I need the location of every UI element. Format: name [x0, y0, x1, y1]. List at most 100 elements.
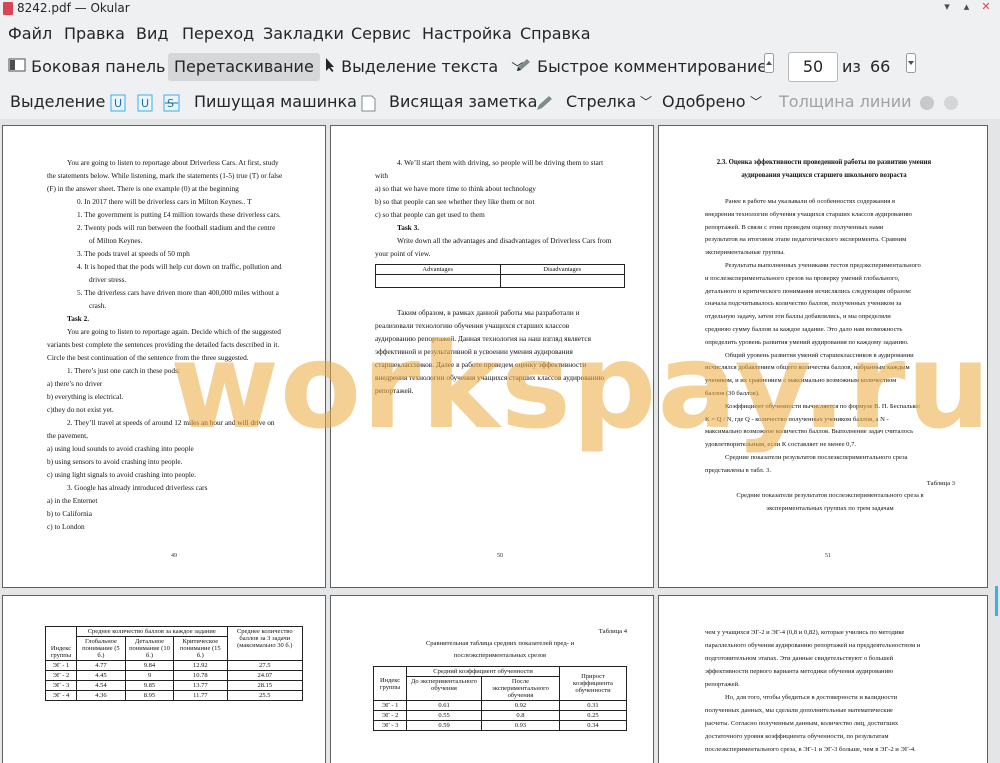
- table-cell: 0.93: [480, 720, 560, 731]
- table-cell: 4.54: [75, 680, 126, 691]
- table-cell: 12.92: [173, 660, 228, 671]
- coefficient-table: Индекс группы Средний коэффициент обучен…: [372, 666, 628, 731]
- hanging-note-tool[interactable]: Висящая заметка: [389, 88, 537, 116]
- menu-bar: Файл Правка Вид Переход Закладки Сервис …: [0, 20, 1000, 48]
- page-number-input[interactable]: 50: [788, 52, 838, 82]
- table-cell: 4.45: [75, 670, 126, 681]
- drag-tool-button[interactable]: Перетаскивание: [168, 53, 320, 81]
- table-caption: Средние показатели результатов послеэксп…: [736, 492, 924, 500]
- text-line: variants best complete the sentences pro…: [47, 340, 280, 349]
- table-cell: ЭГ - 2: [45, 670, 77, 681]
- menu-bookmarks[interactable]: Закладки: [263, 24, 344, 43]
- menu-help[interactable]: Справка: [520, 24, 591, 43]
- arrow-pen-icon[interactable]: [534, 88, 554, 116]
- text-line: подготовительном этапах. Эти данные свид…: [705, 655, 894, 662]
- chevron-down-icon[interactable]: ﹀: [640, 88, 652, 116]
- text-line: результатов на итоговом этапе педагогиче…: [705, 236, 907, 244]
- table-cell: 10.78: [173, 670, 228, 681]
- page-number: 51: [825, 553, 831, 559]
- table-cell: 9.85: [124, 680, 175, 691]
- section-heading: 2.3. Оценка эффективности проведенной ра…: [693, 156, 955, 182]
- table-row: ЭГ - 3 0.59 0.93 0.34: [372, 720, 628, 731]
- chevron-down-icon[interactable]: ﹀: [750, 88, 762, 116]
- vertical-scrollbar[interactable]: [992, 119, 1000, 763]
- table-cell: 0.61: [406, 700, 482, 711]
- menu-go[interactable]: Переход: [182, 24, 254, 43]
- typewriter-tool[interactable]: Пишущая машинка: [194, 88, 357, 116]
- underline-icon[interactable]: U: [110, 88, 126, 116]
- menu-edit[interactable]: Правка: [64, 24, 125, 43]
- text-line: c) so that people can get used to them: [375, 210, 485, 219]
- table-cell: ЭГ - 1: [372, 700, 408, 711]
- scrollbar-thumb[interactable]: [995, 586, 998, 616]
- heading-line: 2.3. Оценка эффективности проведенной ра…: [716, 159, 932, 166]
- text-line: достаточного уровня коэффициента обученн…: [705, 733, 889, 740]
- page-total: 66: [870, 57, 891, 76]
- menu-view[interactable]: Вид: [136, 24, 168, 43]
- table-cell: 0.34: [558, 720, 628, 731]
- note-icon[interactable]: [360, 88, 376, 116]
- table-cell: 4.77: [75, 660, 126, 671]
- text-line: b) using sensors to avoid crashing into …: [47, 457, 183, 466]
- text-line: c) to London: [47, 522, 85, 531]
- text-line: чем у учащихся ЭГ-2 и ЭГ-4 (0,8 и 0,82),…: [705, 629, 905, 636]
- text-line: 0. In 2017 there will be driverless cars…: [77, 197, 252, 206]
- table-row: ЭГ - 1 0.61 0.92 0.31: [372, 700, 628, 711]
- text-line: Но, для того, чтобы убедиться в достовер…: [725, 694, 898, 701]
- advantages-table: Advantages Disadvantages: [375, 264, 625, 288]
- text-select-label: Выделение текста: [341, 57, 499, 76]
- text-line: эффективной и результативной в усвоении …: [375, 347, 573, 356]
- okular-app-icon: [3, 2, 13, 15]
- maximize-icon[interactable]: ▴: [959, 0, 975, 13]
- text-line: You are going to listen to reportage aga…: [67, 327, 281, 336]
- table-cell: 8.95: [124, 690, 175, 701]
- table-cell: 25.5: [226, 690, 304, 701]
- table-cell: 28.15: [226, 680, 304, 691]
- svg-text:U: U: [114, 97, 122, 110]
- document-viewport[interactable]: You are going to listen to reportage abo…: [0, 119, 1000, 763]
- col-header: Критическое понимание (15 б.): [173, 636, 228, 661]
- text-line: репортажей.: [375, 386, 414, 395]
- opacity-icon: [942, 88, 960, 116]
- pen-icon: [514, 54, 532, 82]
- text-line: 2. They’ll travel at speeds of around 12…: [67, 418, 275, 427]
- page-number: 49: [171, 553, 177, 559]
- text-line: представлены в табл. 3.: [705, 466, 772, 474]
- text-line: b) so that people can see whether they l…: [375, 197, 535, 206]
- text-line: c)they do not exist yet.: [47, 405, 114, 414]
- text-line: Write down all the advantages and disadv…: [397, 236, 612, 245]
- menu-tools[interactable]: Сервис: [351, 24, 411, 43]
- page-53-captions: Таблица 4 Сравнительная таблица средних …: [373, 626, 627, 662]
- previous-page-button[interactable]: [764, 53, 774, 81]
- text-line: driver stress.: [89, 275, 127, 284]
- col-header: Среднее количество баллов за 3 задачи (м…: [226, 626, 304, 661]
- menu-settings[interactable]: Настройка: [422, 24, 512, 43]
- strikeout-icon[interactable]: S: [163, 88, 181, 116]
- squiggly-underline-icon[interactable]: U: [137, 88, 153, 116]
- text-line: 4. It is hoped that the pods will help c…: [77, 262, 282, 271]
- close-icon[interactable]: ✕: [978, 0, 994, 13]
- stamp-tool[interactable]: Одобрено: [662, 88, 746, 116]
- arrow-tool[interactable]: Стрелка: [566, 88, 636, 116]
- text-select-button[interactable]: Выделение текста ﹀: [324, 53, 523, 81]
- select-tool-label[interactable]: Выделение: [10, 88, 105, 116]
- quick-comment-button[interactable]: Быстрое комментирование: [514, 53, 767, 81]
- page-down-icon: [906, 53, 916, 82]
- text-line: your point of view.: [375, 249, 431, 258]
- text-line: Общий уровень развития умений старшеклас…: [725, 351, 914, 359]
- menu-file[interactable]: Файл: [8, 24, 52, 43]
- text-line: старшеклассников. Далее в работе проведе…: [375, 360, 587, 369]
- text-line: the pavement,: [47, 431, 88, 440]
- text-line: удовлетворительным, если К составляет не…: [705, 441, 857, 449]
- table-label: Таблица 3: [926, 479, 955, 487]
- text-line: отдельную задачу, затем эти баллы добавл…: [705, 313, 891, 321]
- text-line: a) so that we have more time to think ab…: [375, 184, 536, 193]
- text-line: c) using light signals to avoid crashing…: [47, 470, 196, 479]
- minimize-icon[interactable]: ▾: [939, 0, 955, 13]
- quick-comment-label: Быстрое комментирование: [537, 57, 768, 76]
- sidebar-button[interactable]: Боковая панель: [8, 53, 165, 81]
- table-row: ЭГ - 1 4.77 9.84 12.92 27.5: [45, 660, 304, 671]
- table-cell: 4.36: [75, 690, 126, 701]
- next-page-button[interactable]: [906, 53, 916, 81]
- table-cell: 9.84: [124, 660, 175, 671]
